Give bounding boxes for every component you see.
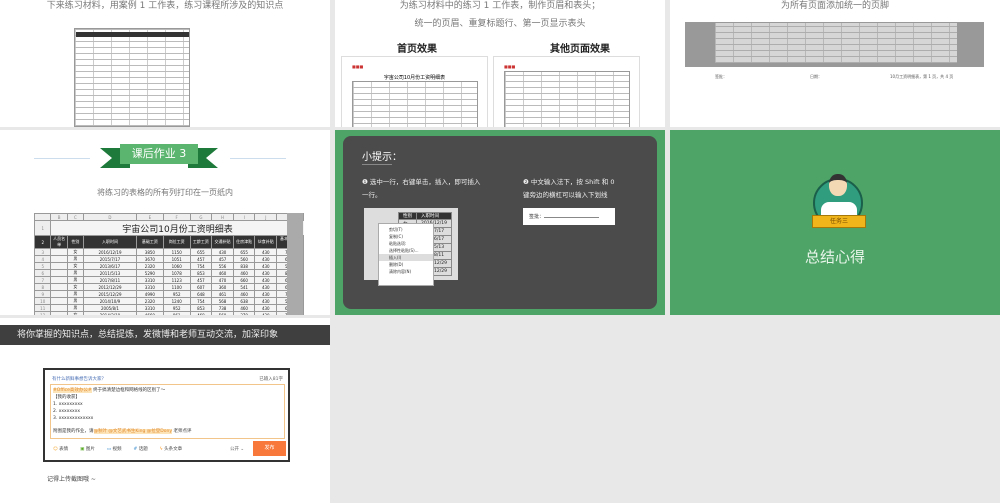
slide-thumbnail-3[interactable]: 为所有页面添加统一的页脚 签批： 日期： 10月工资明细表，第 1 页，共 4 … xyxy=(670,0,1000,127)
table-row: 10男2014/10/9232012407545686384305942 xyxy=(33,297,304,305)
table-row: 11男2005/8/133109528537384604306743 xyxy=(33,304,304,312)
slide-thumbnail-2[interactable]: 为练习材料中的练习 1 工作表，制作页眉和表头； 统一的页眉、重复标题行、第一页… xyxy=(335,0,665,127)
image-button[interactable]: ▣ 图片 xyxy=(80,446,95,452)
slide-thumbnail-7[interactable]: 将你掌握的知识点，总结提炼，发微博和老师互动交流，加深印象 有什么新鲜事想告诉大… xyxy=(0,318,330,503)
slide-thumbnail-5[interactable]: 小提示： ❶ 选中一行，右键单击，插入，即可插入一行。 ❷ 中文输入法下，按 S… xyxy=(335,130,665,315)
context-menu-item[interactable]: 粘贴选项: xyxy=(379,240,433,247)
tip-1: ❶ 选中一行，右键单击，插入，即可插入一行。 xyxy=(362,178,481,199)
hash-icon: # xyxy=(133,447,138,452)
context-menu-item[interactable]: 插入(I) xyxy=(379,254,433,261)
other-page-preview: ■■■ xyxy=(493,56,640,127)
table-title: 宇宙公司10月份工资明细表 xyxy=(122,224,233,235)
slide-caption-2: 统一的页眉、重复标题行、第一页显示表头 xyxy=(414,19,586,29)
column-letter: H xyxy=(211,213,234,221)
table-header: 岗位工资 xyxy=(162,235,191,249)
other-page-label: 其他页面效果 xyxy=(550,44,610,55)
slide-thumbnail-4[interactable]: 课后作业 3 将练习的表格的所有列打印在一页纸内 BCDEFGHIJK1宇宙公司… xyxy=(0,130,330,315)
doc-title: 宇宙公司10月份工资明细表 xyxy=(383,75,446,81)
topic-button[interactable]: # 话题 xyxy=(134,446,148,452)
footer-sign: 签批： xyxy=(715,74,727,79)
table-row: 6男2011/5/13529010788534604604308571 xyxy=(33,269,304,277)
first-page-label: 首页效果 xyxy=(397,44,437,55)
context-menu-item[interactable]: 剪切(T) xyxy=(379,226,433,233)
char-count: 已输入81字 xyxy=(259,377,283,382)
upload-note: 记得上传截图哦 ~ xyxy=(47,476,96,483)
table-row: 8女2012/12/29331011006073605414306608 xyxy=(33,283,304,291)
table-row: 9男2015/12/2949909526484614604307339 xyxy=(33,290,304,298)
table-header: 交通补贴 xyxy=(211,235,234,249)
first-page-preview: ■■■ 宇宙公司10月份工资明细表 xyxy=(341,56,488,127)
badge-ribbon: 任务三 xyxy=(812,215,866,228)
slide-title: 总结心得 xyxy=(804,248,865,266)
context-menu-item[interactable]: 清除内容(N) xyxy=(379,268,433,275)
emoji-button[interactable]: ☺ 表情 xyxy=(53,446,68,452)
column-letter: G xyxy=(189,213,213,221)
weibo-text-area[interactable]: #Office高效办公# 终于搞清楚边框和网格线的区别了～ 【我的收获】 1. x… xyxy=(50,384,285,439)
context-menu-item[interactable]: 选择性粘贴(S)... xyxy=(379,247,433,254)
table-header: 伙食补贴 xyxy=(254,235,278,249)
tips-panel: 小提示： ❶ 选中一行，右键单击，插入，即可插入一行。 ❷ 中文输入法下，按 S… xyxy=(343,136,657,309)
image-icon: ▣ xyxy=(80,447,85,452)
table-row: 5女2013/6/17232010607545568384305958 xyxy=(33,262,304,270)
slide-banner: 将你掌握的知识点，总结提炼，发微博和老师互动交流，加深印象 xyxy=(0,325,330,345)
table-header: 入职时间 xyxy=(82,235,137,249)
weibo-prompt: 有什么新鲜事想告诉大家？ xyxy=(52,377,106,382)
table-row: 3女2016/12/19385011506554306554307170 xyxy=(33,248,304,256)
context-menu-item[interactable]: 复制(C) xyxy=(379,233,433,240)
visibility-select[interactable]: 公开 ⌄ xyxy=(230,446,244,452)
weibo-composer: 有什么新鲜事想告诉大家？ 已输入81字 #Office高效办公# 终于搞清楚边框… xyxy=(43,368,290,462)
table-header: 基础工资 xyxy=(135,235,164,249)
column-letter: D xyxy=(82,213,137,221)
footer-preview: 签批： 日期： 10月工资明细表，第 1 页，共 4 页 xyxy=(685,22,984,90)
spreadsheet-preview xyxy=(74,28,190,127)
column-letter: I xyxy=(232,213,256,221)
slide-thumbnail-6[interactable]: 任务三 总结心得 xyxy=(670,130,1000,315)
salary-table: BCDEFGHIJK1宇宙公司10月份工资明细表2人员名单性别入职时间基础工资岗… xyxy=(33,213,304,315)
signature-example: 签批： xyxy=(523,208,615,225)
context-menu-item[interactable]: 删除(D) xyxy=(379,261,433,268)
table-header: 性别 xyxy=(66,235,84,249)
homework-ribbon: 课后作业 3 xyxy=(120,144,198,164)
smile-icon: ☺ xyxy=(53,447,58,452)
slide-caption: 下来练习材料，用案例 1 工作表，练习课程所涉及的知识点 xyxy=(46,1,284,11)
footer-date: 日期： xyxy=(810,74,822,79)
column-letter: C xyxy=(66,213,84,221)
slide-caption: 将练习的表格的所有列打印在一页纸内 xyxy=(97,188,233,197)
article-button[interactable]: ϟ 头条文章 xyxy=(160,446,182,452)
column-header-row: BCDEFGHIJK xyxy=(33,213,304,221)
table-row: 12女2014/2/1046609614685603704307441 xyxy=(33,311,304,315)
context-menu: 剪切(T) 复制(C) 粘贴选项: 选择性粘贴(S)... 插入(I) 删除(D) 清除内容… xyxy=(378,223,434,286)
tip-2: ❷ 中文输入法下，按 Shift 和 0 键旁边的横杠可以输入下划线 xyxy=(523,178,615,199)
column-letter: B xyxy=(50,213,68,221)
table-header: 住房津贴 xyxy=(232,235,256,249)
slide-caption: 为所有页面添加统一的页脚 xyxy=(780,1,889,11)
publish-button[interactable]: 发布 xyxy=(253,441,286,456)
slide-caption: 为练习材料中的练习 1 工作表，制作页眉和表头； xyxy=(399,1,601,11)
column-letter: J xyxy=(254,213,278,221)
column-letter xyxy=(33,213,52,221)
table-row: 4男2015/7/17367010514574575604306625 xyxy=(33,255,304,263)
video-icon: ▭ xyxy=(106,447,112,452)
table-header: 工龄工资 xyxy=(189,235,213,249)
footer-page: 10月工资明细表，第 1 页，共 4 页 xyxy=(890,74,954,79)
lightning-icon: ϟ xyxy=(159,447,163,452)
slide-thumbnail-1[interactable]: 下来练习材料，用案例 1 工作表，练习课程所涉及的知识点 xyxy=(0,0,330,127)
column-letter: F xyxy=(162,213,191,221)
tips-title: 小提示： xyxy=(362,152,402,163)
table-header: 人员名单 xyxy=(50,235,68,249)
table-row: 7男2017/8/11331011234574706604306450 xyxy=(33,276,304,284)
spreadsheet-header xyxy=(76,32,189,37)
column-letter: E xyxy=(135,213,164,221)
video-button[interactable]: ▭ 视频 xyxy=(107,446,122,452)
